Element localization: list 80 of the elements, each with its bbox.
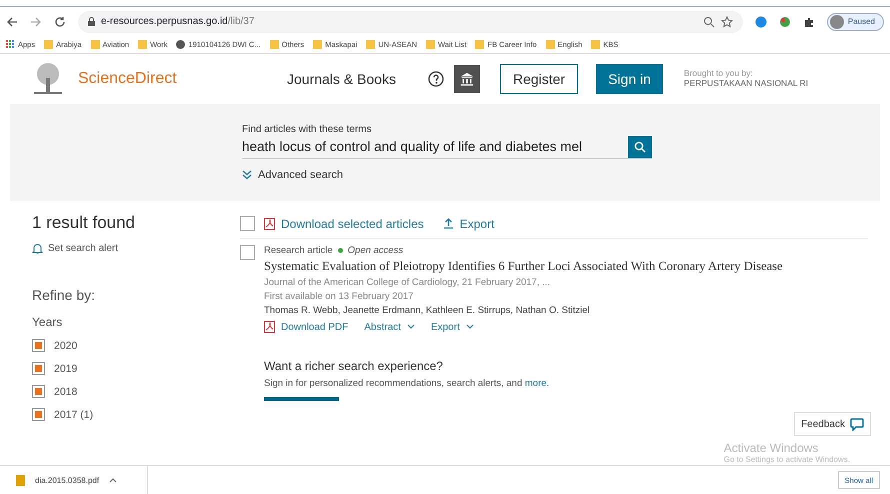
file-icon bbox=[16, 474, 25, 486]
year-filter[interactable]: 2020 bbox=[32, 334, 240, 357]
abstract-toggle[interactable]: Abstract bbox=[364, 321, 415, 333]
promo-text: Sign in for personalized recommendations, search alerts, and more. bbox=[264, 378, 550, 389]
checkbox[interactable] bbox=[32, 408, 45, 421]
folder-icon bbox=[366, 40, 376, 49]
star-icon[interactable] bbox=[720, 16, 733, 28]
folder-icon bbox=[138, 40, 148, 49]
folder-icon bbox=[591, 40, 600, 49]
activation-title: Activate Windows bbox=[724, 441, 820, 455]
brought-label: Brought to you by: bbox=[684, 69, 754, 79]
search-label: Find articles with these terms bbox=[242, 124, 372, 135]
open-access-dot bbox=[338, 248, 343, 253]
folder-icon bbox=[90, 40, 100, 49]
authors: Thomas R. Webb, Jeanette Erdmann, Kathleen E. Stirrups, Nathan O. Stitziel bbox=[264, 305, 591, 316]
export-link[interactable]: Export bbox=[442, 216, 494, 230]
journal-info: Journal of the American College of Cardiology, 21 February 2017, ... bbox=[264, 277, 552, 288]
folder-icon bbox=[313, 40, 322, 49]
download-selected-link[interactable]: Download selected articles bbox=[264, 216, 424, 230]
result-checkbox[interactable] bbox=[240, 245, 255, 260]
chevron-down-icon bbox=[406, 324, 415, 330]
promo-title: Want a richer search experience? bbox=[264, 359, 444, 373]
speech-bubble-icon bbox=[850, 418, 864, 430]
result-count: 1 result found bbox=[32, 213, 136, 233]
address-bar[interactable]: e-resources.perpusnas.go.id/lib/37 bbox=[78, 10, 743, 32]
advanced-search-link[interactable]: Advanced search bbox=[242, 169, 880, 181]
institution-button[interactable] bbox=[454, 65, 480, 93]
search-field[interactable]: heath locus of control and quality of life and diabetes mel bbox=[242, 135, 652, 159]
download-item[interactable]: dia.2015.0358.pdf bbox=[10, 466, 148, 494]
folder-icon bbox=[475, 40, 484, 49]
availability-date: First available on 13 February 2017 bbox=[264, 291, 414, 302]
access-label: Open access bbox=[348, 245, 404, 256]
profile-button[interactable]: Paused bbox=[826, 12, 884, 30]
folder-icon bbox=[426, 40, 435, 49]
puzzle-icon[interactable] bbox=[802, 16, 815, 28]
checkbox[interactable] bbox=[32, 362, 45, 375]
help-icon[interactable] bbox=[428, 71, 444, 87]
avatar-icon bbox=[830, 14, 844, 28]
folder-icon bbox=[44, 40, 54, 49]
more-link[interactable]: more. bbox=[524, 378, 550, 389]
year-filter[interactable]: 2018 bbox=[32, 380, 240, 403]
checkbox[interactable] bbox=[32, 339, 45, 352]
year-filter[interactable]: 2019 bbox=[32, 357, 240, 380]
chevron-down-icon bbox=[466, 324, 474, 330]
export-dropdown[interactable]: Export bbox=[430, 321, 474, 333]
folder-icon bbox=[270, 40, 279, 49]
lock-icon bbox=[88, 17, 95, 26]
double-chevron-icon bbox=[242, 170, 252, 180]
article-title[interactable]: Systematic Evaluation of Pleiotropy Identifies 6 Further Loci Associated With Coronary Artery Disease bbox=[264, 259, 783, 274]
upload-icon bbox=[442, 218, 454, 229]
forward-icon[interactable] bbox=[30, 16, 42, 28]
url-host: e-resources.perpusnas.go.id bbox=[101, 16, 228, 27]
institution-name: PERPUSTAKAAN NASIONAL RI bbox=[684, 79, 808, 89]
register-button[interactable]: Register bbox=[500, 64, 578, 94]
url-path: /lib/37 bbox=[228, 16, 254, 27]
refine-heading: Refine by: bbox=[32, 287, 96, 303]
bell-icon bbox=[32, 243, 43, 254]
search-icon bbox=[634, 140, 646, 152]
years-heading: Years bbox=[32, 315, 64, 329]
sign-in-button[interactable]: Sign in bbox=[596, 64, 663, 94]
feedback-button[interactable]: Feedback bbox=[794, 412, 871, 436]
bank-icon bbox=[460, 71, 474, 87]
nav-link[interactable]: Journals & Books bbox=[287, 71, 396, 87]
checkbox[interactable] bbox=[32, 385, 45, 398]
pdf-icon bbox=[264, 321, 275, 333]
download-pdf-link[interactable]: Download PDF bbox=[264, 321, 348, 333]
article-type: Research article bbox=[264, 245, 333, 256]
back-icon[interactable] bbox=[6, 16, 18, 28]
pdf-icon bbox=[264, 218, 275, 230]
globe-icon bbox=[176, 40, 186, 49]
activation-text: Go to Settings to activate Windows. bbox=[724, 455, 850, 464]
apps-grid-icon bbox=[6, 40, 15, 49]
select-all-checkbox[interactable] bbox=[240, 216, 255, 231]
year-filter[interactable]: 2017 (1) bbox=[32, 403, 240, 426]
zoom-icon[interactable] bbox=[702, 16, 715, 28]
reload-icon[interactable] bbox=[54, 16, 66, 28]
folder-icon bbox=[546, 40, 555, 49]
chevron-up-icon bbox=[109, 477, 118, 483]
search-alert-link[interactable]: Set search alert bbox=[32, 243, 240, 254]
search-button[interactable] bbox=[628, 136, 652, 158]
